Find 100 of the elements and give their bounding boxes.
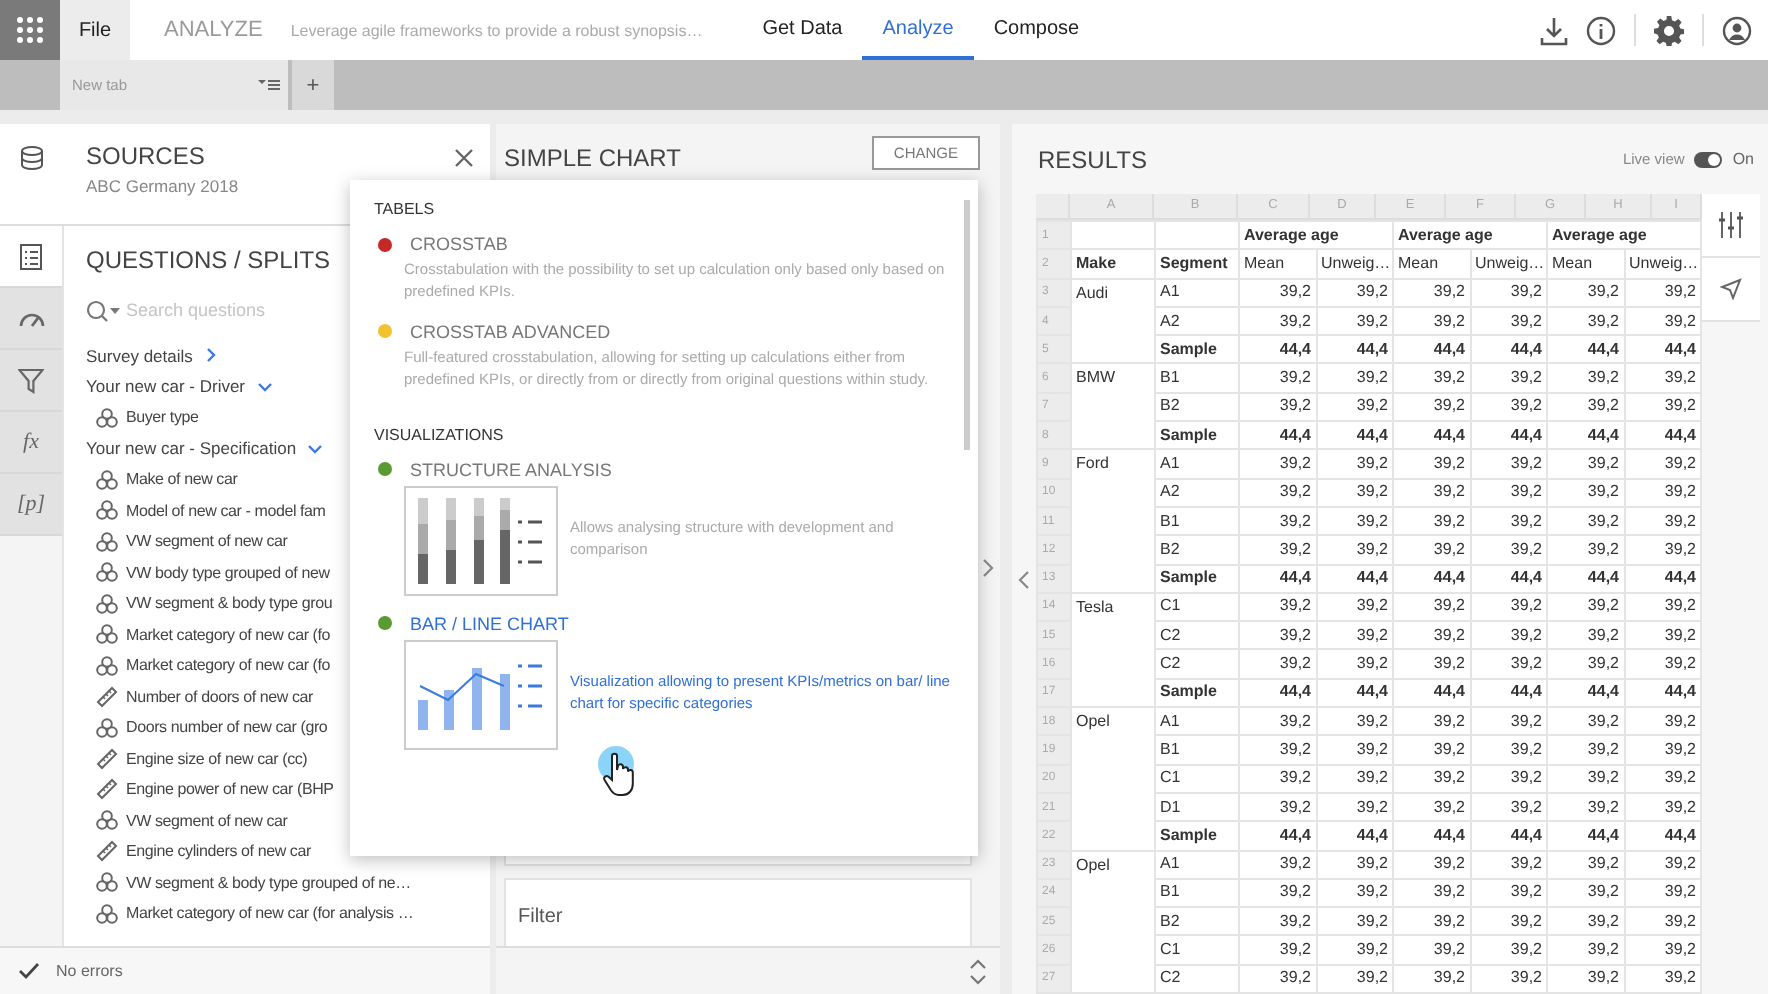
tagline: Leverage agile frameworks to provide a robust synopsis… xyxy=(290,21,703,39)
file-tab[interactable]: File xyxy=(60,0,130,60)
question-item[interactable]: Engine cylinders of new car xyxy=(126,842,311,861)
chevron-left-icon[interactable] xyxy=(1018,569,1030,589)
chevron-right-icon[interactable] xyxy=(982,558,994,578)
settings-icon[interactable] xyxy=(1654,15,1684,45)
table-cell: 39,2 xyxy=(1316,935,1393,965)
question-item[interactable]: Number of doors of new car xyxy=(126,687,314,706)
table-cell: 44,4 xyxy=(1393,564,1470,593)
table-cell: 39,2 xyxy=(1470,449,1547,479)
chevron-icon[interactable] xyxy=(306,439,325,458)
question-item[interactable]: VW body type grouped of new xyxy=(126,563,330,582)
question-item[interactable]: Market category of new car (for analysis … xyxy=(126,904,414,923)
question-item[interactable]: Buyer type xyxy=(126,408,199,427)
question-item[interactable]: VW segment & body type grouped of ne… xyxy=(126,873,411,892)
table-cell: 39,2 xyxy=(1239,306,1316,336)
table-cell: 39,2 xyxy=(1470,850,1547,879)
table-cell: 39,2 xyxy=(1393,363,1470,393)
table-cell: 39,2 xyxy=(1316,478,1393,507)
question-item[interactable]: VW segment of new car xyxy=(126,811,288,830)
table-cell: 39,2 xyxy=(1547,478,1624,507)
table-cell: 39,2 xyxy=(1624,392,1701,422)
chart-type-option[interactable]: STRUCTURE ANALYSIS xyxy=(410,459,612,479)
tab-menu-icon[interactable] xyxy=(258,78,280,92)
info-icon[interactable] xyxy=(1586,15,1616,45)
question-item[interactable]: Make of new car xyxy=(126,470,238,489)
table-cell: 39,2 xyxy=(1547,592,1624,622)
tree-section[interactable]: Survey details xyxy=(86,345,193,366)
close-icon[interactable] xyxy=(454,148,474,168)
circles-icon xyxy=(96,810,118,831)
table-cell: 39,2 xyxy=(1470,392,1547,422)
download-icon[interactable] xyxy=(1540,15,1568,45)
table-cell: 39,2 xyxy=(1624,449,1701,479)
live-view-toggle[interactable] xyxy=(1694,151,1723,167)
table-cell: 39,2 xyxy=(1316,964,1393,993)
rail-tab[interactable]: [p] xyxy=(0,474,62,536)
question-item[interactable]: Market category of new car (fo xyxy=(126,656,331,675)
ruler-icon xyxy=(96,840,118,863)
table-cell: 39,2 xyxy=(1547,363,1624,393)
table-cell: 44,4 xyxy=(1624,335,1701,364)
sliders-icon[interactable] xyxy=(1718,212,1744,238)
tree-section[interactable]: Your new car - Driver xyxy=(86,376,246,397)
table-header-cell: Average age xyxy=(1239,220,1393,250)
ruler-icon xyxy=(96,747,118,770)
nav-tab[interactable]: Get Data xyxy=(742,0,863,60)
table-cell: 39,2 xyxy=(1239,735,1316,765)
table-cell: 39,2 xyxy=(1547,964,1624,993)
table-cell: A2 xyxy=(1155,306,1239,336)
table-cell: 39,2 xyxy=(1470,506,1547,536)
table-cell: 44,4 xyxy=(1470,421,1547,450)
rail-tab[interactable] xyxy=(0,226,62,288)
table-cell: 39,2 xyxy=(1239,935,1316,965)
circles-icon xyxy=(96,903,118,924)
rail-tab[interactable]: fx xyxy=(0,412,62,474)
table-cell: 39,2 xyxy=(1547,707,1624,736)
rail-label: fx xyxy=(23,430,39,454)
chart-type-option[interactable]: CROSSTAB xyxy=(410,234,508,254)
table-cell: 39,2 xyxy=(1547,878,1624,908)
chart-type-option[interactable]: CROSSTAB ADVANCED xyxy=(410,321,611,342)
question-item[interactable]: Engine size of new car (cc) xyxy=(126,749,308,768)
table-cell: 39,2 xyxy=(1624,363,1701,393)
tree-section[interactable]: Your new car - Specification xyxy=(86,438,297,459)
question-item[interactable]: Market category of new car (fo xyxy=(126,625,331,644)
up-down-icon[interactable] xyxy=(968,957,988,985)
chevron-icon[interactable] xyxy=(202,346,221,365)
sources-title: SOURCES xyxy=(86,142,207,170)
add-tab-button[interactable]: + xyxy=(292,60,334,110)
nav-tab[interactable]: Compose xyxy=(973,0,1100,60)
table-header-cell: Make xyxy=(1071,249,1155,279)
table-cell: 39,2 xyxy=(1547,850,1624,879)
table-cell: B1 xyxy=(1155,878,1239,908)
table-cell: 39,2 xyxy=(1239,392,1316,422)
table-cell: 44,4 xyxy=(1624,821,1701,851)
chart-type-option[interactable]: BAR / LINE CHART xyxy=(410,613,569,633)
grid-icon xyxy=(16,16,44,44)
table-cell: 39,2 xyxy=(1316,792,1393,822)
chevron-icon[interactable] xyxy=(255,377,274,396)
apps-button[interactable] xyxy=(0,0,60,60)
question-item[interactable]: Doors number of new car (gro xyxy=(126,718,328,737)
rail-tab[interactable] xyxy=(0,288,62,350)
question-item[interactable]: VW segment & body type grou xyxy=(126,594,333,613)
scrollbar-thumb[interactable] xyxy=(964,200,970,450)
table-cell: 39,2 xyxy=(1393,878,1470,908)
table-cell: 39,2 xyxy=(1316,621,1393,650)
table-header-cell: Average age xyxy=(1393,220,1547,250)
table-cell: 39,2 xyxy=(1470,621,1547,650)
table-cell: 39,2 xyxy=(1316,592,1393,622)
table-cell: 39,2 xyxy=(1239,506,1316,536)
table-cell: 39,2 xyxy=(1624,621,1701,650)
rail-tab[interactable] xyxy=(0,350,62,412)
table-cell: 44,4 xyxy=(1316,335,1393,364)
question-item[interactable]: Model of new car - model fam xyxy=(126,501,326,520)
circles-icon xyxy=(96,655,118,676)
question-item[interactable]: Engine power of new car (BHP xyxy=(126,780,334,799)
pointer-icon[interactable] xyxy=(1720,278,1742,300)
table-cell: 39,2 xyxy=(1624,649,1701,679)
question-item[interactable]: VW segment of new car xyxy=(126,532,288,551)
table-cell: 39,2 xyxy=(1316,907,1393,936)
filter-card[interactable]: Filter xyxy=(504,878,972,946)
user-icon[interactable] xyxy=(1722,15,1752,45)
